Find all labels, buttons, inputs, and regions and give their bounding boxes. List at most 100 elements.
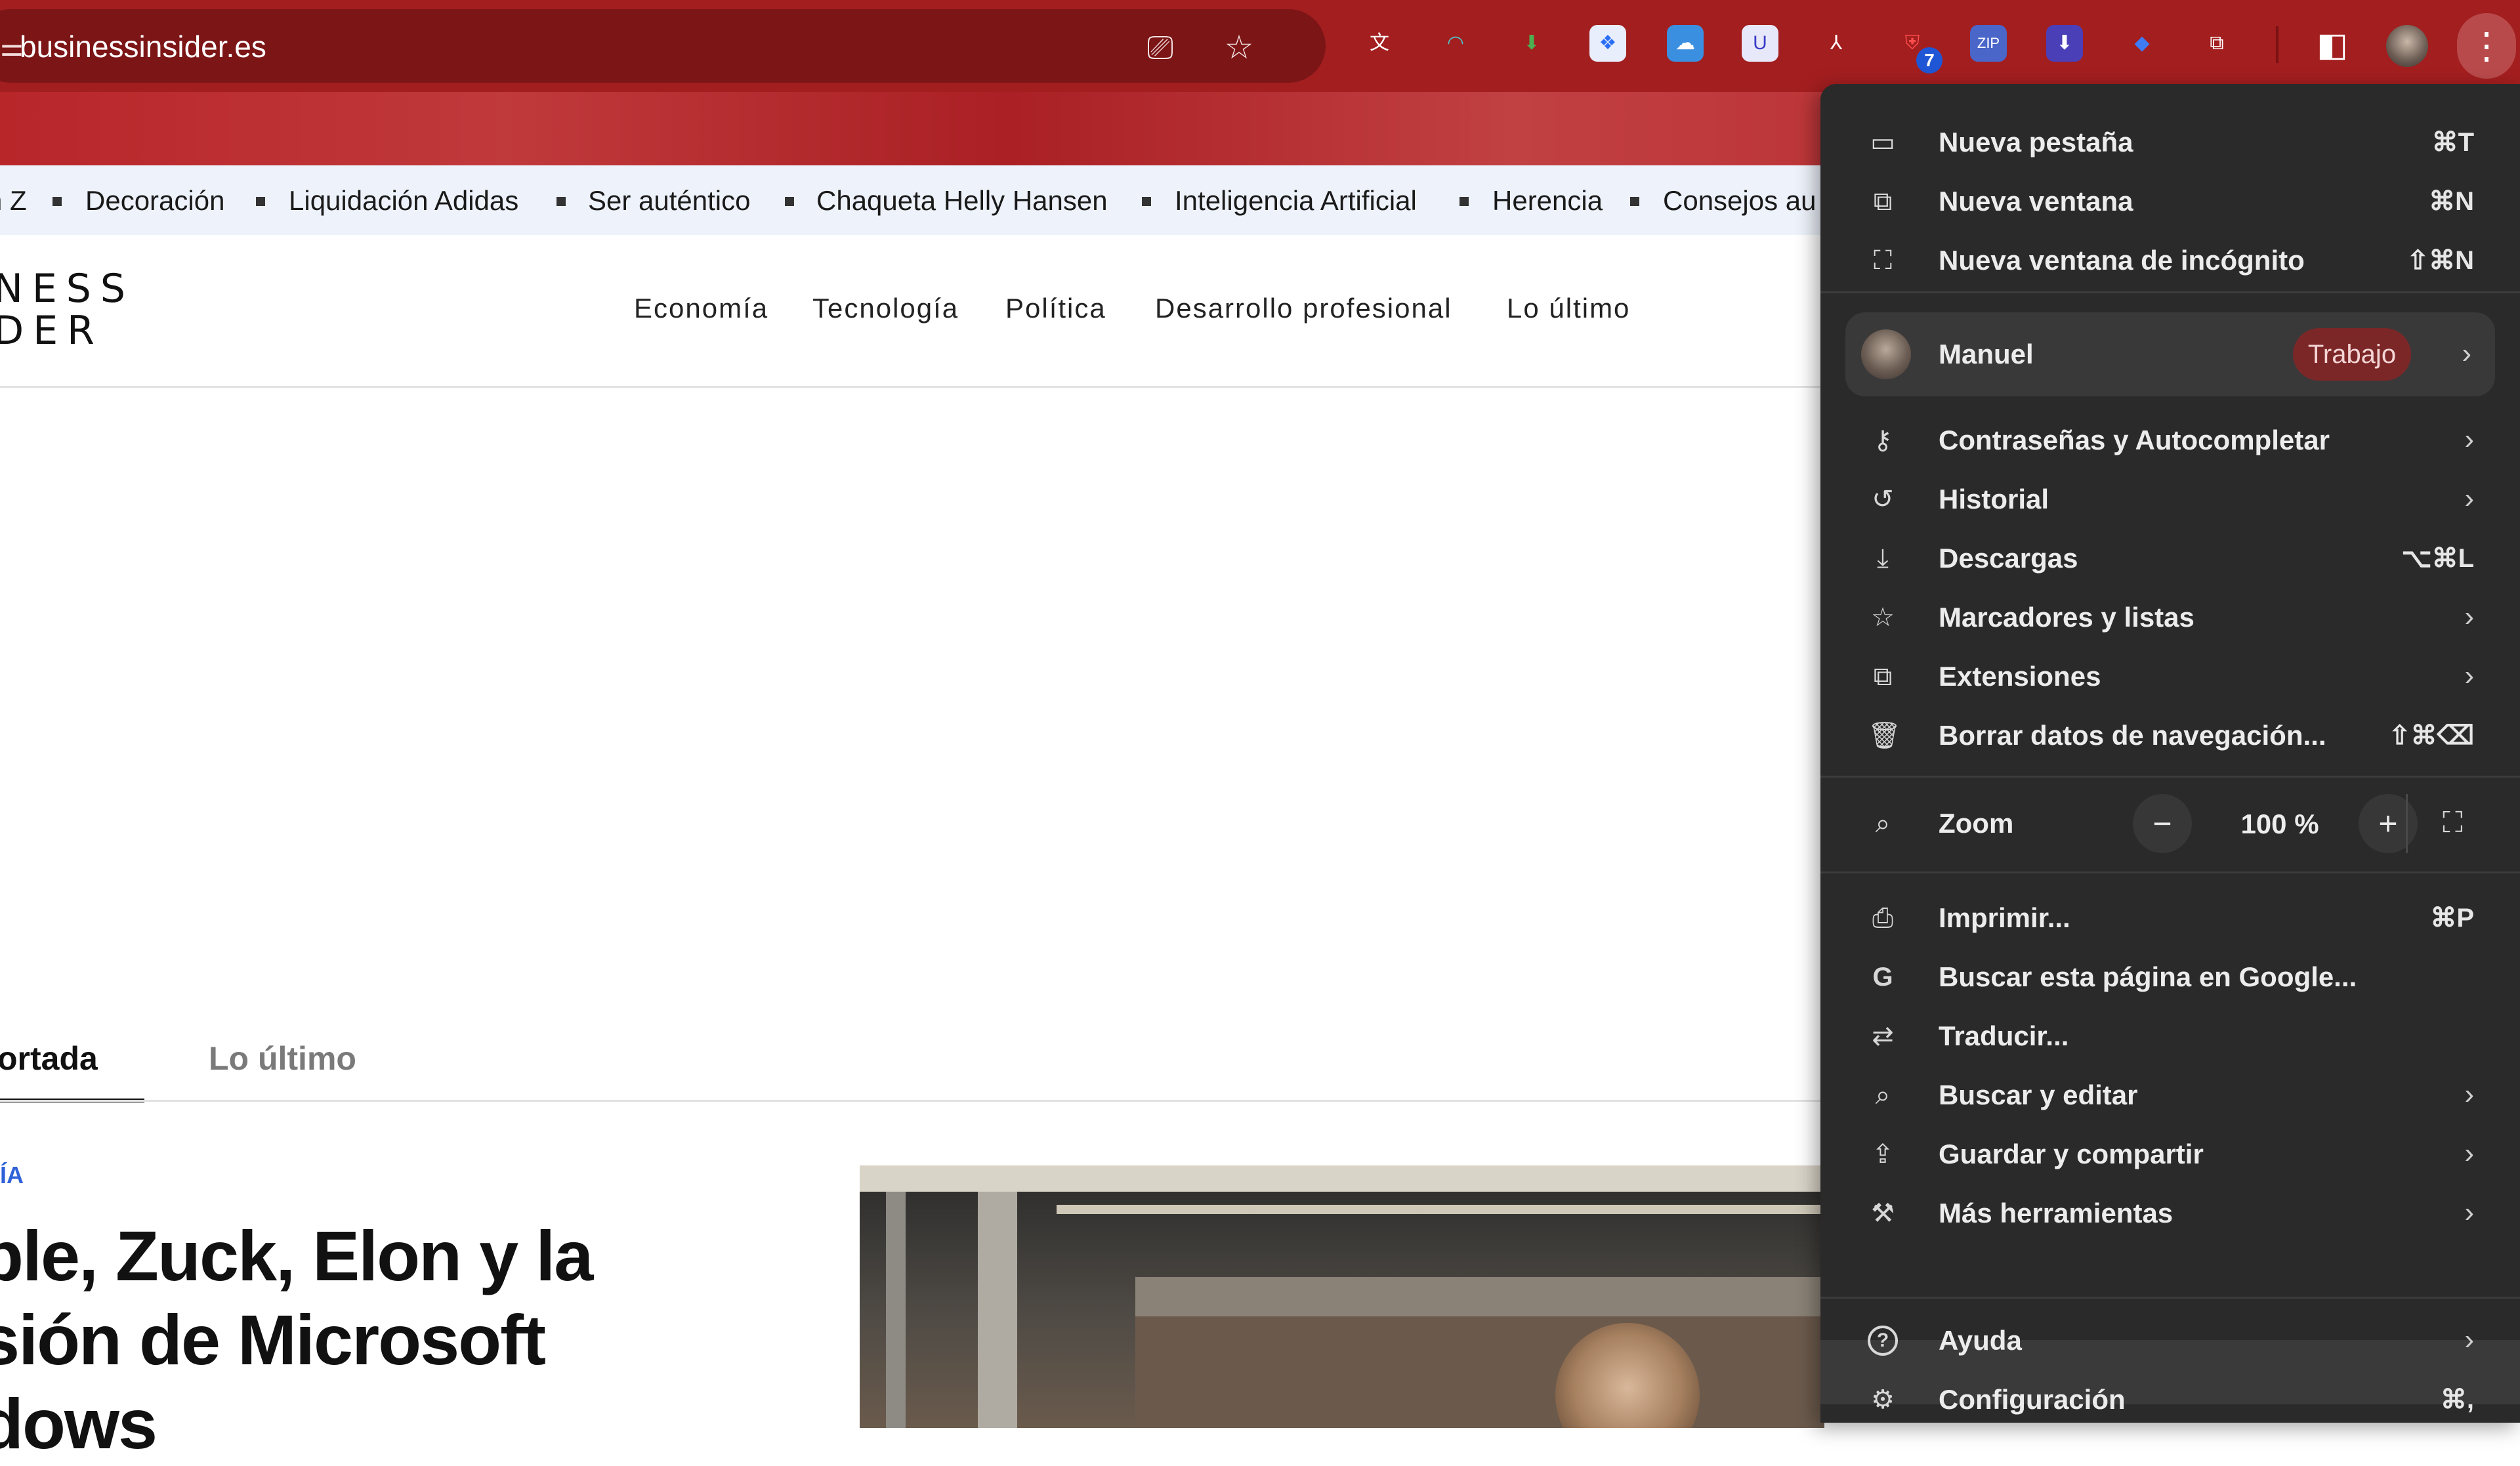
zoom-divider [2406, 794, 2408, 853]
menu-item-find-edit[interactable]: ⌕ Buscar y editar › [1820, 1066, 2520, 1125]
menu-item-translate[interactable]: ⇄ Traducir... [1820, 1007, 2520, 1066]
article-photo[interactable] [860, 1165, 1824, 1428]
site-logo[interactable]: NESS DER [0, 268, 135, 352]
nav-link[interactable]: Lo último [1507, 293, 1630, 324]
trending-link[interactable]: Inteligencia Artificial [1175, 186, 1417, 215]
translate-ext-icon[interactable]: 文 [1361, 25, 1398, 62]
trending-link[interactable]: Decoración [85, 186, 224, 215]
menu-item-label: Nueva pestaña [1939, 127, 2133, 157]
chevron-right-icon: › [2464, 423, 2474, 455]
trending-link[interactable]: Liquidación Adidas [289, 186, 518, 215]
star-icon: ☆ [1871, 603, 1895, 632]
nav-link[interactable]: Tecnología [812, 293, 959, 324]
trending-separator [1630, 197, 1639, 206]
menu-item-key[interactable]: ⚷ Contraseñas y Autocompletar › [1820, 411, 2520, 470]
menu-item-print[interactable]: ⎙ Imprimir... ⌘P [1820, 889, 2520, 948]
menu-item-label: Nueva ventana de incógnito [1939, 245, 2305, 276]
menu-item-toolbox[interactable]: ⚒ Más herramientas › [1820, 1184, 2520, 1243]
puzzle-icon[interactable]: ⧉ [2198, 25, 2235, 62]
menu-item-incognito[interactable]: ⛶ Nueva ventana de incógnito ⇧⌘N [1820, 231, 2520, 290]
menu-item-trash[interactable]: 🗑 Borrar datos de navegación... ⇧⌘⌫ [1820, 706, 2520, 765]
menu-item-label: Descargas [1939, 543, 2078, 574]
nav-link[interactable]: Economía [634, 293, 768, 324]
diamond-ext-icon[interactable]: ◆ [2124, 25, 2160, 62]
save-share-icon: ⇪ [1872, 1140, 1894, 1169]
trending-link[interactable]: n Z [0, 186, 27, 215]
headline-line: dows [0, 1384, 158, 1463]
menu-item-label: Traducir... [1939, 1020, 2069, 1051]
profile-name: Manuel [1939, 339, 2034, 369]
avatar [1861, 329, 1911, 379]
zoom-out-button[interactable]: − [2133, 794, 2192, 853]
menu-item-label: Imprimir... [1939, 902, 2070, 933]
nav-link[interactable]: Desarrollo profesional [1155, 293, 1452, 324]
url-text[interactable]: businessinsider.es [20, 31, 266, 62]
download-blue-ext-icon[interactable]: ⬇ [2046, 25, 2083, 62]
menu-item-new-tab[interactable]: ▭ Nueva pestaña ⌘T [1820, 113, 2520, 172]
dropbox-ext-icon[interactable]: ❖ [1589, 25, 1626, 62]
trending-separator [52, 197, 62, 206]
cloud-ext-icon[interactable]: ☁ [1667, 25, 1704, 62]
menu-item-star[interactable]: ☆ Marcadores y listas › [1820, 588, 2520, 647]
bookmark-star-icon[interactable]: ☆ [1221, 29, 1257, 66]
headline-line: sión de Microsoft [0, 1300, 546, 1379]
menu-item-shortcut: ⌘T [2431, 128, 2474, 157]
menu-item-google[interactable]: G Buscar esta página en Google... [1820, 948, 2520, 1007]
profile-row[interactable]: Manuel Trabajo › [1845, 312, 2495, 396]
menu-separator [1820, 291, 2520, 293]
zoom-in-button[interactable]: + [2359, 794, 2418, 853]
trending-link[interactable]: Herencia [1492, 186, 1603, 215]
menu-item-new-window[interactable]: ⧉ Nueva ventana ⌘N [1820, 172, 2520, 231]
tabs-divider [0, 1100, 1824, 1102]
menu-item-help[interactable]: ? Ayuda › [1820, 1311, 2520, 1370]
new-window-icon: ⧉ [1873, 187, 1893, 216]
menu-item-settings[interactable]: ⚙ Configuración ⌘, [1820, 1370, 2520, 1429]
browser-menu: ▭ Nueva pestaña ⌘T ⧉ Nueva ventana ⌘N ⛶ Nueva v… [1820, 84, 2520, 1423]
zoom-row: ⌕ Zoom − 100 % + ⛶ [1820, 794, 2520, 853]
menu-item-label: Guardar y compartir [1939, 1139, 2204, 1169]
chevron-right-icon: › [2464, 1137, 2474, 1169]
menu-item-label: Más herramientas [1939, 1198, 2174, 1228]
trending-link[interactable]: Ser auténtico [588, 186, 751, 215]
tab-lo-ultimo[interactable]: Lo último [209, 1039, 356, 1078]
menu-item-shortcut: ⌘, [2440, 1385, 2474, 1414]
chevron-right-icon: › [2464, 482, 2474, 514]
download-green-ext-icon[interactable]: ⬇ [1513, 25, 1550, 62]
menu-item-save-share[interactable]: ⇪ Guardar y compartir › [1820, 1125, 2520, 1184]
u-ext-icon[interactable]: U [1742, 25, 1778, 62]
more-vertical-icon[interactable]: ⋮ [2457, 13, 2516, 79]
zip-ext-icon[interactable]: ZIP [1970, 25, 2007, 62]
extension-badge: 7 [1916, 47, 1942, 73]
find-edit-icon: ⌕ [1875, 1081, 1891, 1110]
acrobat-ext-icon[interactable]: ⅄ [1818, 25, 1855, 62]
profile-tag: Trabajo [2293, 328, 2411, 381]
zoom-icon: ⌕ [1875, 809, 1891, 838]
trending-link[interactable]: Consejos au [1663, 186, 1816, 215]
install-app-icon[interactable]: ⎚ [1142, 29, 1179, 66]
trending-link[interactable]: Chaqueta Helly Hansen [816, 186, 1108, 215]
chevron-right-icon: › [2464, 1324, 2474, 1356]
menu-separator [1820, 1297, 2520, 1299]
address-bar[interactable]: ⚌ businessinsider.es ⎚ ☆ [0, 9, 1326, 83]
tab-portada[interactable]: ortada [0, 1039, 98, 1078]
nav-link[interactable]: Política [1005, 293, 1106, 324]
article-category[interactable]: ÍA [0, 1162, 24, 1189]
menu-item-history[interactable]: ↺ Historial › [1820, 470, 2520, 529]
help-icon: ? [1868, 1326, 1898, 1356]
menu-item-label: Extensiones [1939, 661, 2101, 692]
headline-line: ple, Zuck, Elon y la [0, 1216, 593, 1295]
fullscreen-icon[interactable]: ⛶ [2443, 807, 2463, 839]
menu-item-label: Buscar esta página en Google... [1939, 961, 2357, 992]
trending-separator [1142, 197, 1151, 206]
toolbox-icon: ⚒ [1871, 1199, 1895, 1228]
header-divider [0, 386, 1824, 388]
arc-ext-icon[interactable]: ◠ [1437, 25, 1474, 62]
menu-item-download[interactable]: ⤓ Descargas ⌥⌘L [1820, 529, 2520, 588]
profile-avatar[interactable] [2386, 25, 2428, 67]
chevron-right-icon: › [2464, 600, 2474, 633]
trending-separator [556, 197, 566, 206]
menu-item-extensions[interactable]: ⧉ Extensiones › [1820, 647, 2520, 706]
side-panel-icon[interactable]: ◧ [2314, 26, 2351, 63]
article-headline[interactable]: ple, Zuck, Elon y la sión de Microsoft d… [0, 1214, 637, 1466]
google-icon: G [1872, 963, 1893, 992]
